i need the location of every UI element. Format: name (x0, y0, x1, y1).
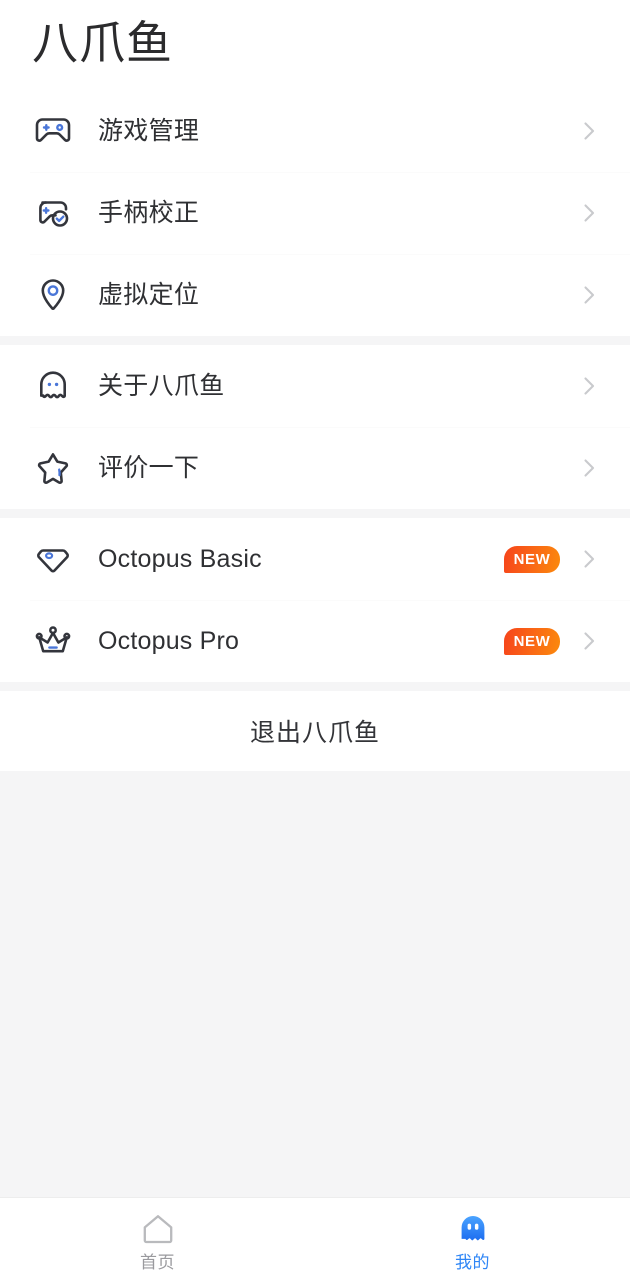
menu-item-octopus-pro[interactable]: Octopus Pro NEW (0, 600, 630, 682)
diamond-icon (30, 536, 76, 582)
section-divider (0, 336, 630, 345)
logout-button[interactable]: 退出八爪鱼 (0, 691, 630, 771)
menu-item-label: 评价一下 (98, 454, 200, 482)
chevron-right-icon (578, 630, 600, 652)
tab-label-home: 首页 (140, 1252, 175, 1272)
tab-mine[interactable]: 我的 (315, 1198, 630, 1280)
menu-item-about[interactable]: 关于八爪鱼 (0, 345, 630, 427)
menu-item-label: 游戏管理 (98, 117, 200, 145)
logout-label: 退出八爪鱼 (249, 719, 380, 747)
empty-area (0, 771, 630, 1191)
chevron-right-icon (578, 457, 600, 479)
scroll-content: 八爪鱼 游戏管理 手柄校正 虚拟定位 关于八爪鱼 评价一下 Octopus Ba… (0, 0, 630, 1197)
crown-icon (30, 618, 76, 664)
menu-group-tools: 游戏管理 手柄校正 虚拟定位 (0, 90, 630, 336)
menu-item-controller-calibration[interactable]: 手柄校正 (0, 172, 630, 254)
menu-item-label: Octopus Pro (98, 627, 240, 655)
tab-label-mine: 我的 (455, 1252, 490, 1272)
app-screen: 八爪鱼 游戏管理 手柄校正 虚拟定位 关于八爪鱼 评价一下 Octopus Ba… (0, 0, 630, 1280)
status-badge: NEW (504, 545, 560, 573)
menu-item-rate-us[interactable]: 评价一下 (0, 427, 630, 509)
octopus-ghost-icon (30, 363, 76, 409)
chevron-right-icon (578, 284, 600, 306)
menu-item-label: 虚拟定位 (98, 281, 200, 309)
page-title: 八爪鱼 (32, 17, 173, 69)
chevron-right-icon (578, 548, 600, 570)
menu-group-info: 关于八爪鱼 评价一下 (0, 345, 630, 509)
header: 八爪鱼 (0, 0, 630, 90)
menu-item-label: Octopus Basic (98, 545, 262, 573)
menu-item-label: 手柄校正 (98, 199, 200, 227)
menu-item-game-management[interactable]: 游戏管理 (0, 90, 630, 172)
section-divider (0, 509, 630, 518)
chevron-right-icon (578, 120, 600, 142)
location-pin-icon (30, 272, 76, 318)
menu-item-virtual-location[interactable]: 虚拟定位 (0, 254, 630, 336)
chevron-right-icon (578, 375, 600, 397)
chevron-right-icon (578, 202, 600, 224)
status-badge: NEW (504, 627, 560, 655)
section-divider (0, 682, 630, 691)
bottom-tab-bar: 首页 我的 (0, 1197, 630, 1280)
home-icon (139, 1210, 177, 1248)
menu-item-octopus-basic[interactable]: Octopus Basic NEW (0, 518, 630, 600)
tab-home[interactable]: 首页 (0, 1198, 315, 1280)
gamepad-icon (30, 108, 76, 154)
controller-check-icon (30, 190, 76, 236)
star-icon (30, 445, 76, 491)
octopus-ghost-filled-icon (454, 1210, 492, 1248)
menu-group-products: Octopus Basic NEW Octopus Pro NEW (0, 518, 630, 682)
menu-item-label: 关于八爪鱼 (98, 372, 225, 400)
